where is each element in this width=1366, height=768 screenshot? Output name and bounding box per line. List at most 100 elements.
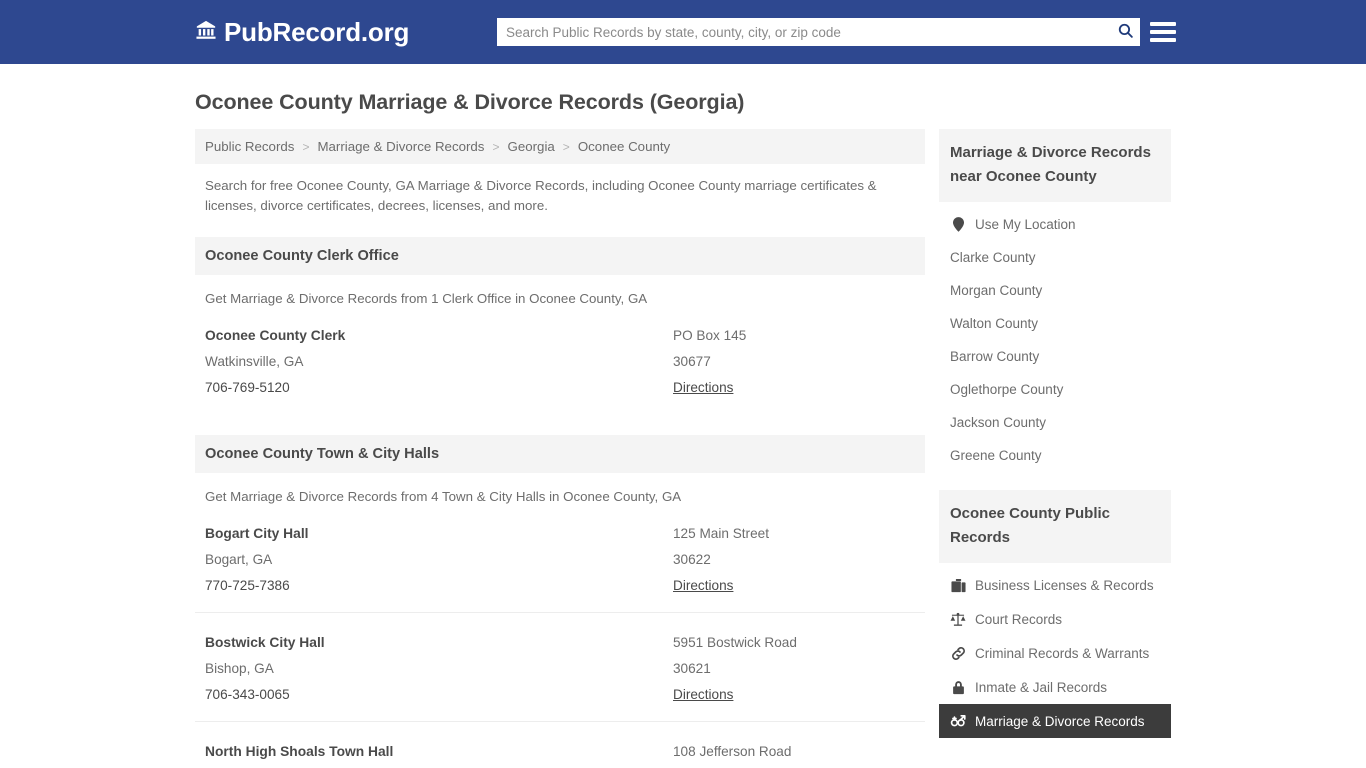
map-pin-icon — [950, 216, 966, 232]
sidebar-item-oglethorpe-county[interactable]: Oglethorpe County — [939, 373, 1171, 406]
directions-link[interactable]: Directions — [673, 375, 733, 401]
listing-name[interactable]: Bostwick City Hall — [205, 630, 673, 656]
listing-right-column: 5951 Bostwick Road 30621 Directions — [673, 630, 915, 708]
directions-link[interactable]: Directions — [673, 573, 733, 599]
listing-right-column: PO Box 145 30677 Directions — [673, 323, 915, 401]
sidebar-item-criminal-records-warrants[interactable]: Criminal Records & Warrants — [939, 636, 1171, 670]
records-section: Oconee County Clerk Office Get Marriage &… — [195, 237, 925, 414]
sidebar-item-business-licenses-records[interactable]: Business Licenses & Records — [939, 568, 1171, 602]
breadcrumb-item[interactable]: Public Records — [205, 139, 294, 154]
listing-name[interactable]: North High Shoals Town Hall — [205, 739, 673, 765]
listing-right-column: 125 Main Street 30622 Directions — [673, 521, 915, 599]
site-header: PubRecord.org — [0, 0, 1366, 64]
site-logo[interactable]: PubRecord.org — [195, 17, 409, 48]
page-container: Oconee County Marriage & Divorce Records… — [0, 90, 1366, 768]
sidebar-item-label: Oglethorpe County — [950, 382, 1064, 397]
listing-street: PO Box 145 — [673, 328, 747, 343]
sidebar-records-list: Business Licenses & Records Court Records… — [939, 563, 1171, 738]
sections-container: Oconee County Clerk Office Get Marriage &… — [195, 237, 925, 768]
listing-phone[interactable]: 706-769-5120 — [205, 375, 673, 401]
listing-left-column: Bostwick City Hall Bishop, GA 706-343-0065 — [205, 630, 673, 708]
breadcrumb-separator: > — [492, 139, 500, 154]
sidebar-item-label: Walton County — [950, 316, 1039, 331]
listing-row: Oconee County Clerk Watkinsville, GA 706-7… — [195, 306, 925, 414]
section-heading: Oconee County Town & City Halls — [195, 435, 925, 473]
listing-phone[interactable]: 770-725-7386 — [205, 573, 673, 599]
listing-street: 108 Jefferson Road — [673, 744, 792, 759]
listing-row: Bogart City Hall Bogart, GA 770-725-7386 12… — [195, 504, 925, 612]
sidebar-item-barrow-county[interactable]: Barrow County — [939, 340, 1171, 373]
main-content: Public Records > Marriage & Divorce Record… — [195, 129, 925, 768]
hamburger-menu-icon[interactable] — [1150, 19, 1176, 45]
listing-directions-wrap: Directions — [673, 573, 915, 599]
bank-icon — [195, 19, 217, 46]
page-intro: Search for free Oconee County, GA Marria… — [205, 178, 877, 213]
listing-zip: 30621 — [673, 661, 711, 676]
sidebar-item-label: Marriage & Divorce Records — [975, 713, 1145, 729]
sidebar-item-marriage-divorce-records[interactable]: Marriage & Divorce Records — [939, 704, 1171, 738]
breadcrumb-separator: > — [562, 139, 570, 154]
breadcrumb-item[interactable]: Marriage & Divorce Records — [317, 139, 484, 154]
sidebar-item-label: Greene County — [950, 448, 1042, 463]
sidebar-item-label: Business Licenses & Records — [975, 577, 1154, 593]
sidebar-item-label: Barrow County — [950, 349, 1040, 364]
search-input[interactable] — [497, 18, 1110, 46]
listing-street: 125 Main Street — [673, 526, 769, 541]
content-columns: Public Records > Marriage & Divorce Record… — [195, 129, 1171, 768]
section-description: Get Marriage & Divorce Records from 1 Cl… — [205, 291, 648, 306]
listing-right-column: 108 Jefferson Road30621Directions — [673, 739, 915, 768]
sidebar-item-label: Use My Location — [975, 216, 1076, 232]
page-title: Oconee County Marriage & Divorce Records… — [195, 90, 745, 114]
sidebar-item-jackson-county[interactable]: Jackson County — [939, 406, 1171, 439]
link-icon — [950, 645, 966, 661]
listing-city: Bogart, GA — [205, 552, 273, 567]
briefcase-icon — [950, 577, 966, 593]
brand-name: PubRecord.org — [224, 16, 410, 47]
listing-zip: 30622 — [673, 552, 711, 567]
section-heading: Oconee County Clerk Office — [195, 237, 925, 275]
listing-city: Watkinsville, GA — [205, 354, 304, 369]
scales-icon — [950, 611, 966, 627]
listing-left-column: North High Shoals Town HallNorth High Sh… — [205, 739, 673, 768]
sidebar-item-clarke-county[interactable]: Clarke County — [939, 241, 1171, 274]
listing-name[interactable]: Oconee County Clerk — [205, 323, 673, 349]
search-bar — [497, 18, 1140, 46]
directions-link[interactable]: Directions — [673, 682, 733, 708]
sidebar-item-label: Jackson County — [950, 415, 1047, 430]
listing-city: Bishop, GA — [205, 661, 274, 676]
breadcrumb: Public Records > Marriage & Divorce Record… — [195, 129, 925, 164]
listing-left-column: Bogart City Hall Bogart, GA 770-725-7386 — [205, 521, 673, 599]
sidebar-nearby-heading: Marriage & Divorce Records near Oconee C… — [939, 129, 1171, 202]
sidebar-item-court-records[interactable]: Court Records — [939, 602, 1171, 636]
breadcrumb-item[interactable]: Georgia — [507, 139, 554, 154]
sidebar-nearby-list: Use My Location Clarke County Morgan Count… — [939, 202, 1171, 472]
listing-zip: 30677 — [673, 354, 711, 369]
sidebar: Marriage & Divorce Records near Oconee C… — [939, 129, 1171, 768]
listing-left-column: Oconee County Clerk Watkinsville, GA 706-7… — [205, 323, 673, 401]
breadcrumb-separator: > — [302, 139, 310, 154]
breadcrumb-item[interactable]: Oconee County — [578, 139, 670, 154]
search-button[interactable] — [1110, 18, 1140, 46]
sidebar-item-morgan-county[interactable]: Morgan County — [939, 274, 1171, 307]
listing-directions-wrap: Directions — [673, 682, 915, 708]
sidebar-item-label: Morgan County — [950, 283, 1043, 298]
listing-row: Bostwick City Hall Bishop, GA 706-343-0065… — [195, 612, 925, 721]
sidebar-item-label: Clarke County — [950, 250, 1036, 265]
search-icon — [1117, 22, 1134, 42]
venus-mars-icon — [950, 713, 966, 729]
listing-directions-wrap: Directions — [673, 375, 915, 401]
sidebar-records-heading: Oconee County Public Records — [939, 490, 1171, 563]
sidebar-item-label: Court Records — [975, 611, 1063, 627]
section-description: Get Marriage & Divorce Records from 4 To… — [205, 489, 682, 504]
listing-row: North High Shoals Town HallNorth High Sh… — [195, 721, 925, 768]
sidebar-item-greene-county[interactable]: Greene County — [939, 439, 1171, 472]
listing-name[interactable]: Bogart City Hall — [205, 521, 673, 547]
lock-icon — [950, 679, 966, 695]
listing-phone[interactable]: 706-343-0065 — [205, 682, 673, 708]
sidebar-item-use-my-location[interactable]: Use My Location — [939, 207, 1171, 241]
records-section: Oconee County Town & City Halls Get Marri… — [195, 435, 925, 768]
sidebar-item-walton-county[interactable]: Walton County — [939, 307, 1171, 340]
listing-street: 5951 Bostwick Road — [673, 635, 797, 650]
sidebar-item-inmate-jail-records[interactable]: Inmate & Jail Records — [939, 670, 1171, 704]
